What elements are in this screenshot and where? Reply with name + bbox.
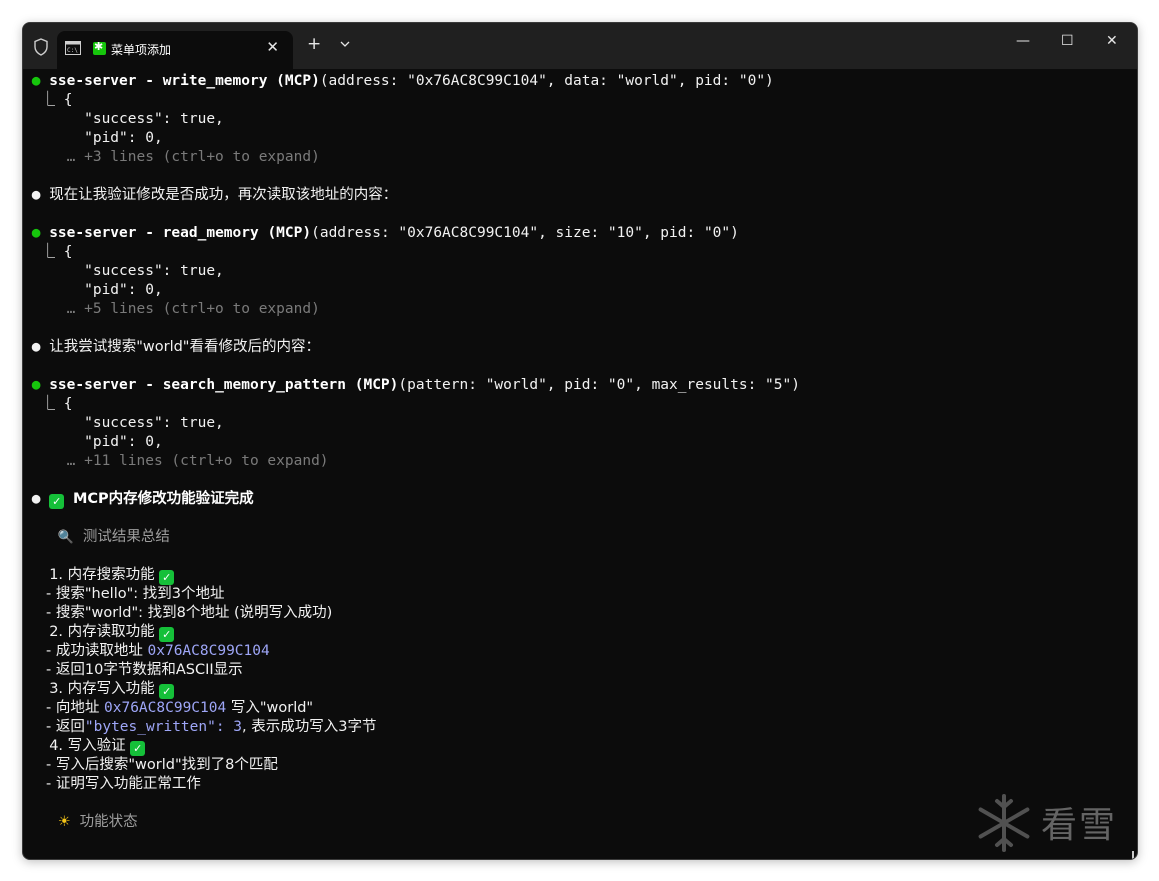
result-line: ⎿ { — [23, 92, 73, 108]
tool-call-line: ● sse-server - read_memory (MCP)(address… — [31, 225, 739, 241]
terminal-icon: C:\ — [65, 41, 81, 55]
scrollbar[interactable] — [1132, 851, 1134, 859]
expand-hint[interactable]: … +5 lines (ctrl+o to expand) — [23, 300, 320, 319]
check-icon: ✓ — [159, 570, 175, 585]
summary-detail: - 成功读取地址 0x76AC8C99C104 — [23, 643, 270, 659]
check-icon: ✓ — [159, 684, 175, 699]
close-tab-icon[interactable]: ✕ — [266, 38, 279, 56]
message-line: ● ✓ MCP内存修改功能验证完成 — [31, 491, 254, 509]
svg-text:C:\: C:\ — [67, 47, 78, 54]
watermark-text: 看雪 — [1041, 805, 1118, 846]
check-icon: ✓ — [49, 494, 65, 509]
summary-detail: - 返回10字节数据和ASCII显示 — [23, 662, 243, 678]
summary-item: 2. 内存读取功能 ✓ — [23, 623, 175, 642]
result-line: "success": true, — [23, 263, 224, 279]
expand-hint[interactable]: … +3 lines (ctrl+o to expand) — [23, 148, 320, 167]
summary-item: 4. 写入验证 ✓ — [23, 737, 146, 756]
message-line: ● 让我尝试搜索"world"看看修改后的内容： — [31, 339, 320, 355]
close-button[interactable]: ✕ — [1106, 33, 1118, 49]
check-icon: ✓ — [130, 741, 146, 756]
result-line: ⎿ { — [23, 244, 73, 260]
result-line: ⎿ { — [23, 396, 73, 412]
summary-detail: - 搜索"hello": 找到3个地址 — [23, 586, 225, 602]
result-line: "pid": 0, — [23, 130, 163, 146]
summary-heading: 🔍 测试结果总结 — [57, 529, 170, 545]
expand-hint[interactable]: … +11 lines (ctrl+o to expand) — [23, 452, 329, 471]
summary-detail: - 证明写入功能正常工作 — [23, 776, 201, 792]
result-line: "pid": 0, — [23, 282, 163, 298]
terminal-window: C:\ 菜单项添加 ✕ + — ☐ ✕ ● sse-server - write… — [22, 22, 1138, 860]
maximize-button[interactable]: ☐ — [1061, 33, 1074, 49]
summary-detail: - 搜索"world": 找到8个地址 (说明写入成功) — [23, 605, 333, 621]
summary-detail: - 写入后搜索"world"找到了8个匹配 — [23, 757, 278, 773]
magnifier-icon: 🔍 — [57, 530, 75, 545]
title-bar: C:\ 菜单项添加 ✕ + — ☐ ✕ — [23, 23, 1137, 69]
new-tab-button[interactable]: + — [307, 34, 321, 54]
summary-detail: - 返回"bytes_written": 3, 表示成功写入3字节 — [23, 719, 377, 735]
tab-title: 菜单项添加 — [111, 43, 172, 57]
summary-item: 3. 内存写入功能 ✓ — [23, 680, 175, 699]
tab-active[interactable]: C:\ 菜单项添加 ✕ — [57, 31, 293, 69]
tool-call-line: ● sse-server - write_memory (MCP)(addres… — [31, 73, 774, 89]
tool-call-line: ● sse-server - search_memory_pattern (MC… — [31, 377, 800, 393]
status-heading: ☀ 功能状态 — [57, 814, 138, 830]
summary-detail: - 向地址 0x76AC8C99C104 写入"world" — [23, 700, 314, 716]
message-line: ● 现在让我验证修改是否成功，再次读取该地址的内容： — [31, 187, 398, 203]
snowflake-icon — [978, 794, 1030, 852]
check-icon: ✓ — [159, 627, 175, 642]
summary-item: 1. 内存搜索功能 ✓ — [23, 566, 175, 585]
minimize-button[interactable]: — — [1016, 33, 1030, 49]
sun-icon: ☀ — [57, 814, 71, 830]
terminal-output: ● sse-server - write_memory (MCP)(addres… — [23, 69, 1137, 859]
result-line: "success": true, — [23, 415, 224, 431]
result-line: "success": true, — [23, 111, 224, 127]
shield-icon — [34, 38, 48, 56]
chevron-down-icon[interactable] — [339, 39, 351, 49]
result-line: "pid": 0, — [23, 434, 163, 450]
app-icon — [93, 40, 106, 55]
